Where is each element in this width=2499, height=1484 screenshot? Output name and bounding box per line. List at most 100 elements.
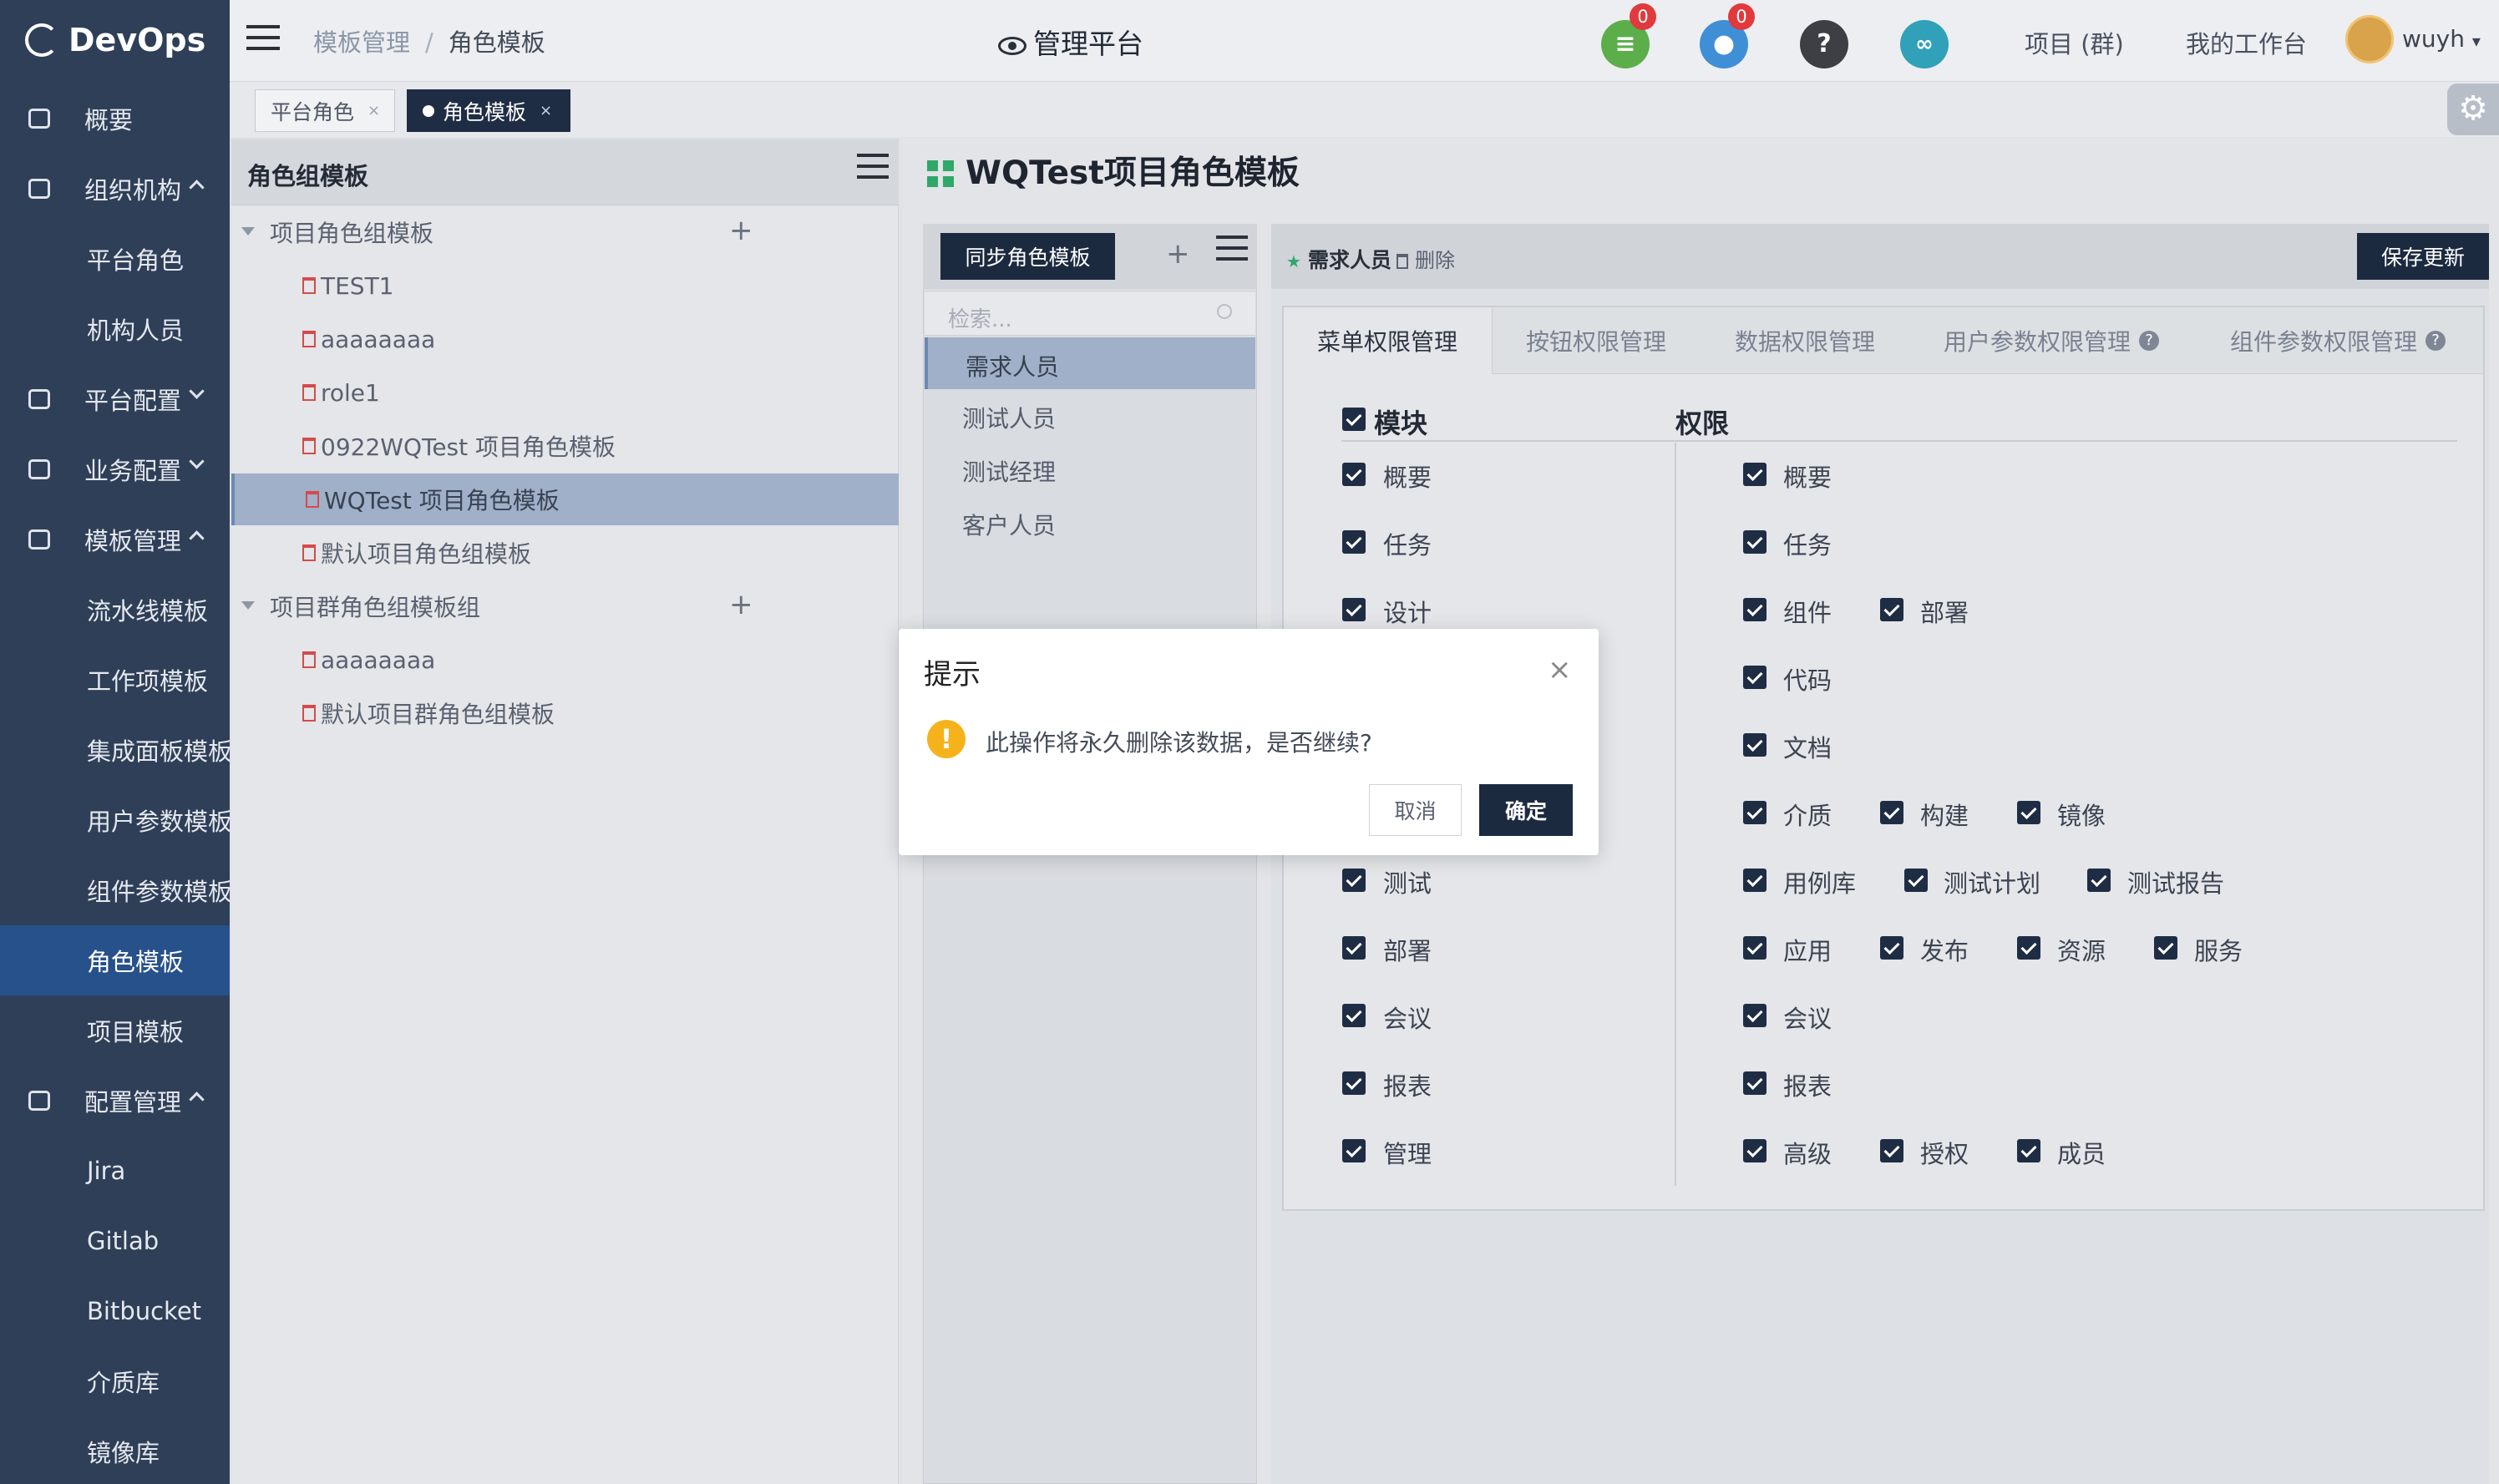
breadcrumb-parent[interactable]: 模板管理	[313, 28, 410, 57]
module-checkbox[interactable]	[1342, 530, 1366, 554]
role-item[interactable]: 客户人员	[925, 496, 1255, 548]
module-select-all-checkbox[interactable]	[1342, 408, 1366, 431]
delete-role-button[interactable]: 删除	[1396, 244, 1455, 273]
sidebar-item-workitem-template[interactable]: 工作项模板	[0, 645, 230, 715]
tree-item[interactable]: aaaaaaaa	[302, 633, 435, 686]
settings-gear-icon[interactable]: ⚙	[2447, 84, 2499, 135]
tab-menu-permissions[interactable]: 菜单权限管理	[1284, 307, 1493, 374]
help-icon[interactable]: ?	[2426, 331, 2446, 351]
permission-checkbox[interactable]	[1743, 936, 1767, 960]
role-item[interactable]: 测试人员	[925, 389, 1255, 441]
trash-icon[interactable]	[306, 491, 319, 508]
tree-group-program-roles[interactable]: 项目群角色组模板组	[241, 580, 480, 633]
save-update-button[interactable]: 保存更新	[2357, 233, 2489, 280]
sidebar-item-gitlab[interactable]: Gitlab	[0, 1206, 230, 1276]
tree-item[interactable]: 默认项目角色组模板	[302, 526, 531, 580]
add-role-icon[interactable]: +	[1166, 237, 1190, 271]
module-checkbox[interactable]	[1342, 598, 1366, 621]
module-checkbox[interactable]	[1342, 1071, 1366, 1095]
permission-checkbox[interactable]	[1904, 869, 1928, 892]
trash-icon[interactable]	[302, 331, 316, 347]
sidebar-item-org-members[interactable]: 机构人员	[0, 294, 230, 364]
tree-item[interactable]: 默认项目群角色组模板	[302, 686, 555, 740]
trash-icon[interactable]	[302, 544, 316, 561]
permission-checkbox[interactable]	[2017, 801, 2040, 824]
permission-checkbox[interactable]	[1880, 936, 1903, 960]
tree-group-project-roles[interactable]: 项目角色组模板	[241, 205, 433, 259]
permission-checkbox[interactable]	[1743, 1004, 1767, 1027]
permission-checkbox[interactable]	[1743, 530, 1767, 554]
sidebar-item-project-template[interactable]: 项目模板	[0, 995, 230, 1066]
trash-icon[interactable]	[302, 651, 316, 668]
tree-item[interactable]: 0922WQTest 项目角色模板	[302, 419, 616, 473]
sidebar-item-integration-template[interactable]: 集成面板模板	[0, 715, 230, 785]
module-checkbox[interactable]	[1342, 936, 1366, 960]
permission-checkbox[interactable]	[1743, 463, 1767, 486]
sidebar-item-jira[interactable]: Jira	[0, 1136, 230, 1206]
role-search-input[interactable]: 检索...	[925, 292, 1255, 336]
sidebar-item-business-config[interactable]: 业务配置	[0, 434, 230, 504]
tab-role-template[interactable]: 角色模板 ×	[407, 89, 570, 132]
link-icon[interactable]: ∞	[1900, 20, 1949, 68]
add-icon[interactable]: +	[729, 214, 753, 247]
permission-checkbox[interactable]	[1743, 733, 1767, 757]
add-icon[interactable]: +	[729, 588, 753, 621]
sidebar-item-user-param-template[interactable]: 用户参数模板	[0, 785, 230, 855]
permission-checkbox[interactable]	[1743, 869, 1767, 892]
tab-data-permissions[interactable]: 数据权限管理	[1735, 307, 1875, 374]
sidebar-item-template-management[interactable]: 模板管理	[0, 504, 230, 575]
avatar[interactable]	[2345, 15, 2394, 63]
permission-checkbox[interactable]	[2017, 936, 2040, 960]
tab-user-param-permissions[interactable]: 用户参数权限管理?	[1944, 307, 2160, 374]
sidebar-item-media-library[interactable]: 介质库	[0, 1346, 230, 1416]
permission-checkbox[interactable]	[1743, 666, 1767, 689]
sidebar-item-role-template[interactable]: 角色模板	[0, 925, 230, 995]
permission-checkbox[interactable]	[2154, 936, 2177, 960]
permission-checkbox[interactable]	[1880, 801, 1903, 824]
tab-button-permissions[interactable]: 按钮权限管理	[1526, 307, 1666, 374]
role-menu-icon[interactable]	[1216, 236, 1248, 261]
close-icon[interactable]: ×	[368, 102, 380, 119]
tree-item-selected[interactable]: WQTest 项目角色模板	[306, 473, 560, 526]
close-icon[interactable]: ×	[540, 102, 552, 119]
sync-role-template-button[interactable]: 同步角色模板	[940, 233, 1115, 280]
tab-component-param-permissions[interactable]: 组件参数权限管理?	[2230, 307, 2446, 374]
role-item-selected[interactable]: 需求人员	[925, 337, 1255, 389]
help-icon[interactable]: ?	[1800, 20, 1848, 68]
sidebar-item-overview[interactable]: 概要	[0, 84, 230, 154]
module-checkbox[interactable]	[1342, 869, 1366, 892]
sidebar-item-platform-config[interactable]: 平台配置	[0, 364, 230, 434]
cancel-button[interactable]: 取消	[1369, 784, 1462, 836]
close-icon[interactable]: ×	[1548, 656, 1572, 684]
confirm-button[interactable]: 确定	[1479, 784, 1573, 836]
help-icon[interactable]: ?	[2139, 331, 2160, 351]
trash-icon[interactable]	[302, 438, 316, 454]
task-icon[interactable]: ≡ 0	[1601, 3, 1656, 68]
tree-item[interactable]: aaaaaaaa	[302, 312, 435, 366]
panel-menu-icon[interactable]	[857, 154, 889, 179]
sidebar-item-image-library[interactable]: 镜像库	[0, 1416, 230, 1484]
module-checkbox[interactable]	[1342, 1139, 1366, 1162]
sidebar-item-pipeline-template[interactable]: 流水线模板	[0, 575, 230, 645]
trash-icon[interactable]	[302, 384, 316, 401]
permission-checkbox[interactable]	[2017, 1139, 2040, 1162]
permission-checkbox[interactable]	[1743, 598, 1767, 621]
permission-checkbox[interactable]	[2087, 869, 2111, 892]
bell-icon[interactable]: ● 0	[1700, 3, 1755, 68]
module-checkbox[interactable]	[1342, 463, 1366, 486]
sidebar-item-config-management[interactable]: 配置管理	[0, 1066, 230, 1136]
menu-toggle-icon[interactable]	[246, 25, 280, 50]
module-checkbox[interactable]	[1342, 1004, 1366, 1027]
permission-checkbox[interactable]	[1880, 598, 1903, 621]
tree-item[interactable]: role1	[302, 366, 380, 419]
permission-checkbox[interactable]	[1743, 1139, 1767, 1162]
trash-icon[interactable]	[302, 277, 316, 294]
role-item[interactable]: 测试经理	[925, 443, 1255, 494]
sidebar-item-platform-roles[interactable]: 平台角色	[0, 224, 230, 294]
permission-checkbox[interactable]	[1880, 1139, 1903, 1162]
sidebar-item-component-param-template[interactable]: 组件参数模板	[0, 855, 230, 925]
permission-checkbox[interactable]	[1743, 1071, 1767, 1095]
project-group-link[interactable]: 项目 (群)	[2025, 25, 2124, 60]
sidebar-item-organization[interactable]: 组织机构	[0, 154, 230, 224]
my-workbench-link[interactable]: 我的工作台	[2186, 25, 2307, 60]
